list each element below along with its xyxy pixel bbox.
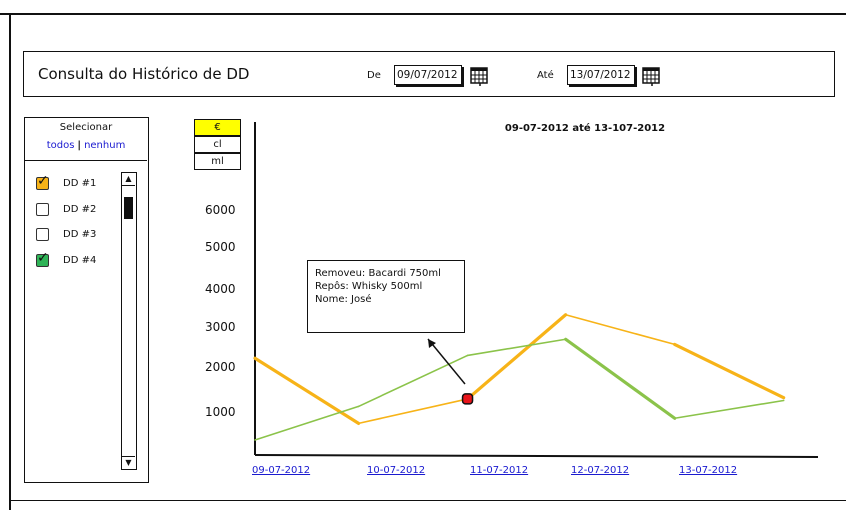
series-2-segment	[254, 405, 360, 441]
series-1-segment	[564, 313, 676, 346]
y-tick-label: 3000	[205, 320, 236, 334]
tooltip-name-line: Nome: José	[315, 294, 372, 305]
series-2-segment	[357, 354, 469, 408]
series-1-segment	[253, 356, 361, 425]
y-tick-label: 4000	[205, 282, 236, 296]
history-chart	[253, 122, 819, 458]
y-tick-label: 2000	[205, 360, 236, 374]
x-date-link[interactable]: 09-07-2012	[252, 465, 310, 476]
event-tooltip: Removeu: Bacardi 750ml Repôs: Whisky 500…	[307, 260, 465, 333]
selected-data-point[interactable]	[461, 393, 474, 405]
tooltip-restocked-line: Repôs: Whisky 500ml	[315, 281, 423, 292]
x-date-link[interactable]: 11-07-2012	[470, 465, 528, 476]
y-tick-label: 6000	[205, 203, 236, 217]
series-1-segment	[465, 313, 568, 401]
series-1-segment	[673, 342, 786, 400]
chart-title: 09-07-2012 até 13-107-2012	[504, 123, 666, 134]
tooltip-removed-line: Removeu: Bacardi 750ml	[315, 268, 441, 279]
y-tick-label: 1000	[205, 405, 236, 419]
x-date-link[interactable]: 13-07-2012	[679, 465, 737, 476]
tooltip-pointer	[427, 338, 466, 385]
x-axis	[254, 454, 819, 458]
series-2-segment	[466, 338, 567, 357]
series-2-segment	[564, 337, 677, 420]
series-2-segment	[673, 399, 785, 420]
series-1-segment	[357, 398, 469, 425]
x-date-link[interactable]: 10-07-2012	[367, 465, 425, 476]
x-date-link[interactable]: 12-07-2012	[571, 465, 629, 476]
y-tick-label: 5000	[205, 240, 236, 254]
